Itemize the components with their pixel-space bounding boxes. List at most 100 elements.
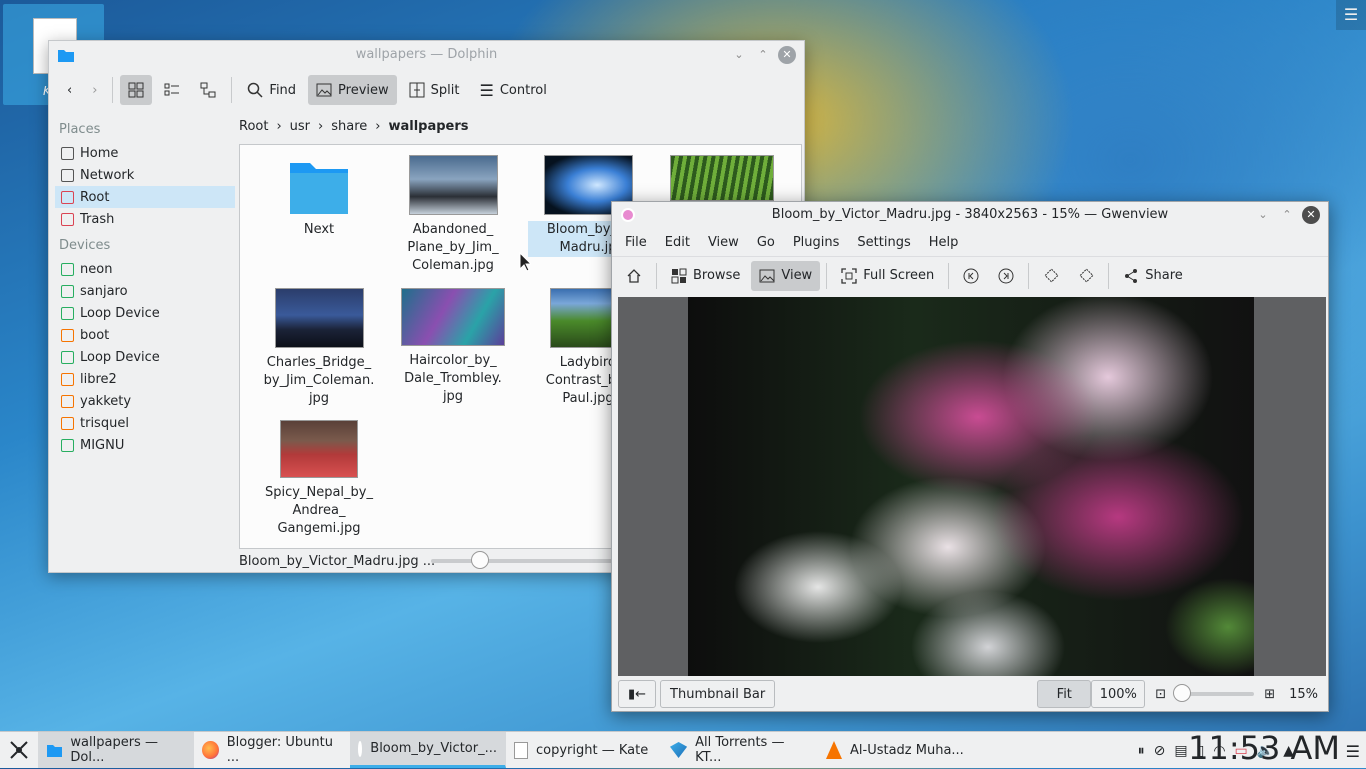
start-page-button[interactable] [618, 261, 650, 291]
rotate-left-button[interactable] [1035, 261, 1067, 291]
clock[interactable]: 11:53 AM [1188, 729, 1340, 767]
menu-plugins[interactable]: Plugins [784, 235, 849, 250]
menu-edit[interactable]: Edit [656, 235, 699, 250]
close-button[interactable]: ✕ [778, 46, 796, 64]
breadcrumb-current[interactable]: wallpapers [388, 119, 468, 134]
file-name: Haircolor_by_ Dale_Trombley. jpg [404, 353, 502, 404]
places-item-root[interactable]: Root [55, 186, 235, 208]
details-view-button[interactable] [192, 75, 224, 105]
file-item[interactable] [662, 155, 782, 207]
forward-button[interactable]: › [84, 75, 105, 105]
gwenview-titlebar[interactable]: Bloom_by_Victor_Madru.jpg - 3840x2563 - … [612, 202, 1328, 228]
device-label: sanjaro [80, 283, 128, 299]
device-item-loop-device-2[interactable]: Loop Device [55, 346, 235, 368]
fullscreen-button[interactable]: Full Screen [833, 261, 942, 291]
breadcrumb-item[interactable]: usr [290, 119, 310, 134]
device-item-yakkety[interactable]: yakkety [55, 390, 235, 412]
zoom-out-icon[interactable]: ⊡ [1155, 687, 1166, 702]
rotate-right-button[interactable] [1070, 261, 1102, 291]
drive-icon [61, 438, 74, 452]
panel-menu-icon[interactable]: ☰ [1346, 742, 1360, 761]
media-pause-icon[interactable]: ⏸ [1138, 743, 1145, 759]
places-header: Places [59, 122, 101, 137]
menu-go[interactable]: Go [748, 235, 784, 250]
zoom-slider[interactable] [431, 551, 621, 569]
device-item-trisquel[interactable]: trisquel [55, 412, 235, 434]
previous-button[interactable] [955, 261, 987, 291]
image-thumbnail [280, 420, 358, 478]
device-item-loop-device[interactable]: Loop Device [55, 302, 235, 324]
places-item-network[interactable]: Network [55, 164, 235, 186]
view-button[interactable]: View [751, 260, 821, 291]
application-launcher-button[interactable] [0, 732, 38, 768]
zoom-slider[interactable] [1173, 684, 1255, 702]
slider-handle[interactable] [471, 551, 489, 569]
gwenview-statusbar: ▮← Thumbnail Bar Fit 100% ⊡ ⊞ 15% [618, 678, 1326, 710]
menu-file[interactable]: File [616, 235, 656, 250]
device-label: Loop Device [80, 349, 160, 365]
icons-view-button[interactable] [120, 75, 153, 105]
file-item[interactable]: Abandoned_ Plane_by_Jim_ Coleman.jpg [393, 155, 513, 275]
slider-handle[interactable] [1173, 684, 1192, 702]
file-item[interactable]: Next [259, 159, 379, 239]
menu-help[interactable]: Help [920, 235, 968, 250]
maximize-button[interactable]: ⌃ [1278, 206, 1296, 224]
hamburger-menu-icon: ☰ [479, 80, 494, 100]
minimize-button[interactable]: ⌄ [1254, 206, 1272, 224]
menu-settings[interactable]: Settings [848, 235, 919, 250]
breadcrumb: Root › usr › share › wallpapers [239, 116, 469, 136]
dolphin-titlebar[interactable]: wallpapers — Dolphin ⌄ ⌃ ✕ [49, 41, 804, 71]
zoom-in-icon[interactable]: ⊞ [1264, 687, 1275, 702]
device-item-neon[interactable]: neon [55, 258, 235, 280]
zoom-100-label: 100% [1099, 686, 1137, 702]
zoom-100-button[interactable]: 100% [1091, 680, 1146, 708]
preview-button[interactable]: Preview [308, 75, 397, 105]
updates-icon[interactable]: ⊘ [1154, 743, 1166, 759]
fit-button[interactable]: Fit [1037, 680, 1092, 708]
file-name: Charles_Bridge_ by_Jim_Coleman. jpg [263, 355, 375, 406]
chevron-right-icon: › [375, 118, 381, 134]
device-item-mignu[interactable]: MIGNU [55, 434, 235, 456]
task-gwenview[interactable]: Bloom_by_Victor_... [350, 732, 506, 768]
places-item-trash[interactable]: Trash [55, 208, 235, 230]
thumbnail-bar-button[interactable]: Thumbnail Bar [660, 680, 776, 708]
task-firefox[interactable]: Blogger: Ubuntu ... [194, 732, 350, 768]
breadcrumb-item[interactable]: Root [239, 119, 268, 134]
places-panel: Places Home Network Root Trash Devices n… [55, 116, 235, 456]
task-ktorrent[interactable]: All Torrents — KT... [662, 732, 818, 768]
next-button[interactable] [990, 261, 1022, 291]
split-button[interactable]: Split [401, 75, 468, 105]
find-button[interactable]: Find [239, 75, 304, 105]
file-item[interactable]: Spicy_Nepal_by_ Andrea_ Gangemi.jpg [259, 420, 379, 538]
places-item-home[interactable]: Home [55, 142, 235, 164]
image-thumbnail [274, 288, 364, 348]
share-button[interactable]: Share [1115, 261, 1191, 291]
folder-app-icon [57, 47, 75, 63]
image-view[interactable] [618, 297, 1326, 676]
menu-view[interactable]: View [699, 235, 748, 250]
back-button[interactable]: ‹ [59, 75, 80, 105]
minimize-button[interactable]: ⌄ [730, 46, 748, 64]
grid-icon [671, 268, 687, 283]
file-item[interactable]: Haircolor_by_ Dale_Trombley. jpg [393, 288, 513, 406]
compact-view-button[interactable] [156, 75, 188, 105]
task-kate[interactable]: copyright — Kate [506, 732, 662, 768]
maximize-button[interactable]: ⌃ [754, 46, 772, 64]
drive-icon [61, 328, 74, 342]
task-label: wallpapers — Dol... [70, 735, 158, 765]
breadcrumb-item[interactable]: share [331, 119, 367, 134]
toolbar-separator [1028, 262, 1030, 289]
desktop-toolbox-icon[interactable]: ☰ [1336, 0, 1366, 30]
browse-button[interactable]: Browse [663, 261, 748, 291]
toggle-sidebar-button[interactable]: ▮← [618, 680, 657, 708]
task-dolphin[interactable]: wallpapers — Dol... [38, 732, 194, 768]
file-item[interactable]: Charles_Bridge_ by_Jim_Coleman. jpg [259, 288, 379, 408]
root-folder-icon [61, 190, 74, 204]
device-item-sanjaro[interactable]: sanjaro [55, 280, 235, 302]
device-item-libre2[interactable]: libre2 [55, 368, 235, 390]
control-button[interactable]: ☰ Control [471, 75, 554, 105]
device-item-boot[interactable]: boot [55, 324, 235, 346]
task-vlc[interactable]: Al-Ustadz Muha... [818, 732, 974, 768]
close-button[interactable]: ✕ [1302, 206, 1320, 224]
clipboard-icon[interactable]: ▤ [1174, 743, 1187, 759]
